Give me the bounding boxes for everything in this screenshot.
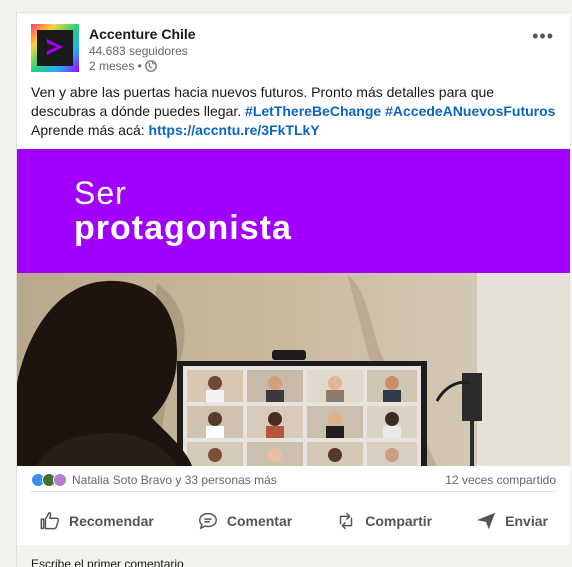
social-counts: Natalia Soto Bravo y 33 personas más 12 … (31, 471, 556, 491)
banner-line2: protagonista (74, 209, 292, 247)
company-name[interactable]: Accenture Chile (89, 26, 196, 42)
post-body: Ven y abre las puertas hacia nuevos futu… (31, 83, 557, 140)
send-label: Enviar (505, 513, 548, 529)
more-options-icon[interactable]: ••• (532, 26, 554, 47)
feed-post-card: Accenture Chile 44.683 seguidores 2 mese… (16, 12, 570, 567)
post-text-line2: descubras a dónde puedes llegar. #LetThe… (31, 102, 557, 121)
post-text-line3-plain: Aprende más acá: (31, 122, 149, 138)
comment-box[interactable]: Escribe el primer comentario (17, 545, 570, 567)
like-label: Recomendar (69, 513, 154, 529)
send-icon (477, 512, 496, 530)
post-age: 2 meses • (89, 59, 142, 73)
reactions-summary[interactable]: Natalia Soto Bravo y 33 personas más (31, 473, 277, 487)
repost-label: Compartir (365, 513, 433, 529)
repost-icon (340, 512, 353, 530)
like-button[interactable]: Recomendar (31, 506, 162, 536)
divider (31, 491, 556, 492)
company-logo[interactable] (31, 24, 79, 72)
hashtag-accedeanuevosfuturos[interactable]: #AccedeANuevosFuturos (385, 103, 555, 119)
accenture-logo-icon (37, 30, 73, 66)
post-image-banner[interactable]: Ser protagonista (17, 149, 570, 273)
post-meta: 2 meses • (89, 59, 157, 73)
banner-line1: Ser (74, 175, 127, 211)
comment-button[interactable]: Comentar (189, 506, 300, 536)
repost-button[interactable]: Compartir (327, 506, 440, 536)
comment-icon (198, 512, 217, 530)
share-count[interactable]: 12 veces compartido (445, 473, 556, 487)
comment-label: Comentar (226, 513, 293, 529)
hashtag-letherebechange[interactable]: #LetThereBeChange (245, 103, 381, 119)
post-link[interactable]: https://accntu.re/3FkTLkY (149, 122, 320, 138)
send-button[interactable]: Enviar (467, 506, 556, 536)
globe-icon (145, 60, 157, 72)
like-icon (40, 512, 60, 530)
post-text-line2-plain: descubras a dónde puedes llegar. (31, 103, 246, 119)
comment-prompt: Escribe el primer comentario (31, 557, 184, 567)
post-text-line3: Aprende más acá: https://accntu.re/3FkTL… (31, 121, 557, 140)
reactions-text: Natalia Soto Bravo y 33 personas más (72, 473, 277, 487)
follower-count: 44.683 seguidores (89, 44, 188, 58)
post-text-line1: Ven y abre las puertas hacia nuevos futu… (31, 84, 495, 100)
post-image-photo[interactable] (17, 273, 570, 466)
post-actions: Recomendar Comentar Compartir Enviar (31, 503, 556, 539)
support-reaction-icon (53, 473, 67, 487)
post-header: Accenture Chile 44.683 seguidores 2 mese… (31, 24, 558, 76)
